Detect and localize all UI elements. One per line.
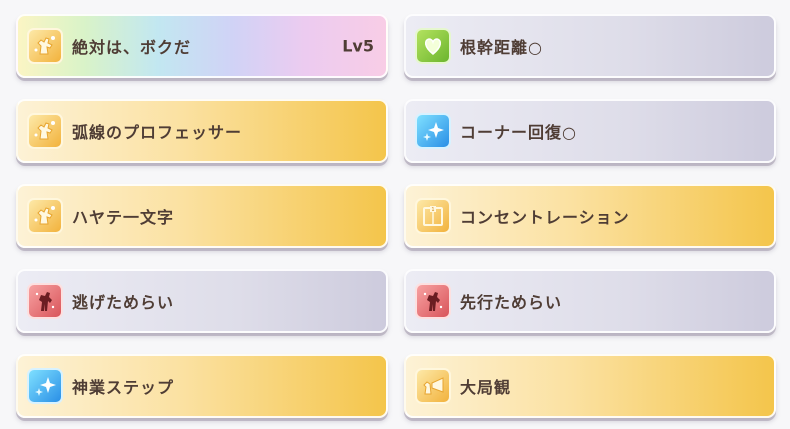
skill-card-nige-tamerai[interactable]: 逃げためらい <box>16 269 388 333</box>
skill-level: Lv5 <box>342 36 374 56</box>
skill-name: 絶対は、ボクだ <box>72 38 192 57</box>
skill-list: 絶対は、ボクだ Lv5 根幹距離○ 弧線のプロフェッサー コーナー回復○ ハヤテ… <box>16 14 776 426</box>
svg-text:1: 1 <box>431 207 434 213</box>
skill-card-concentration[interactable]: 1 コンセントレーション <box>404 184 776 248</box>
skill-card-kamiwaza-step[interactable]: 神業ステップ <box>16 354 388 418</box>
sparkle-icon <box>415 113 451 149</box>
skill-card-corner-kaifuku[interactable]: コーナー回復○ <box>404 99 776 163</box>
skill-name: コーナー回復○ <box>460 123 577 142</box>
skill-card-zettai-wa-boku-da[interactable]: 絶対は、ボクだ Lv5 <box>16 14 388 78</box>
heart-icon <box>415 28 451 64</box>
skill-name: 弧線のプロフェッサー <box>72 123 243 142</box>
trophy-horse-icon <box>27 198 63 234</box>
skill-card-taikyokukan[interactable]: 大局観 <box>404 354 776 418</box>
skill-card-senko-tamerai[interactable]: 先行ためらい <box>404 269 776 333</box>
skill-card-hayate-ichimonji[interactable]: ハヤテ一文字 <box>16 184 388 248</box>
skill-name: 根幹距離○ <box>460 38 543 57</box>
trophy-horse-icon <box>27 28 63 64</box>
skill-card-konkan-kyori[interactable]: 根幹距離○ <box>404 14 776 78</box>
trophy-horse-icon <box>27 113 63 149</box>
skill-name: 逃げためらい <box>72 293 175 312</box>
megaphone-horse-icon <box>415 368 451 404</box>
skill-card-kosen-no-professor[interactable]: 弧線のプロフェッサー <box>16 99 388 163</box>
skill-name: 大局観 <box>460 378 512 397</box>
gate-icon: 1 <box>415 198 451 234</box>
horse-silhouette-icon <box>27 283 63 319</box>
sparkle-icon <box>27 368 63 404</box>
horse-silhouette-icon <box>415 283 451 319</box>
skill-name: コンセントレーション <box>460 208 630 227</box>
skill-name: 神業ステップ <box>72 378 175 397</box>
skill-name: ハヤテ一文字 <box>72 208 175 227</box>
skill-name: 先行ためらい <box>460 293 563 312</box>
